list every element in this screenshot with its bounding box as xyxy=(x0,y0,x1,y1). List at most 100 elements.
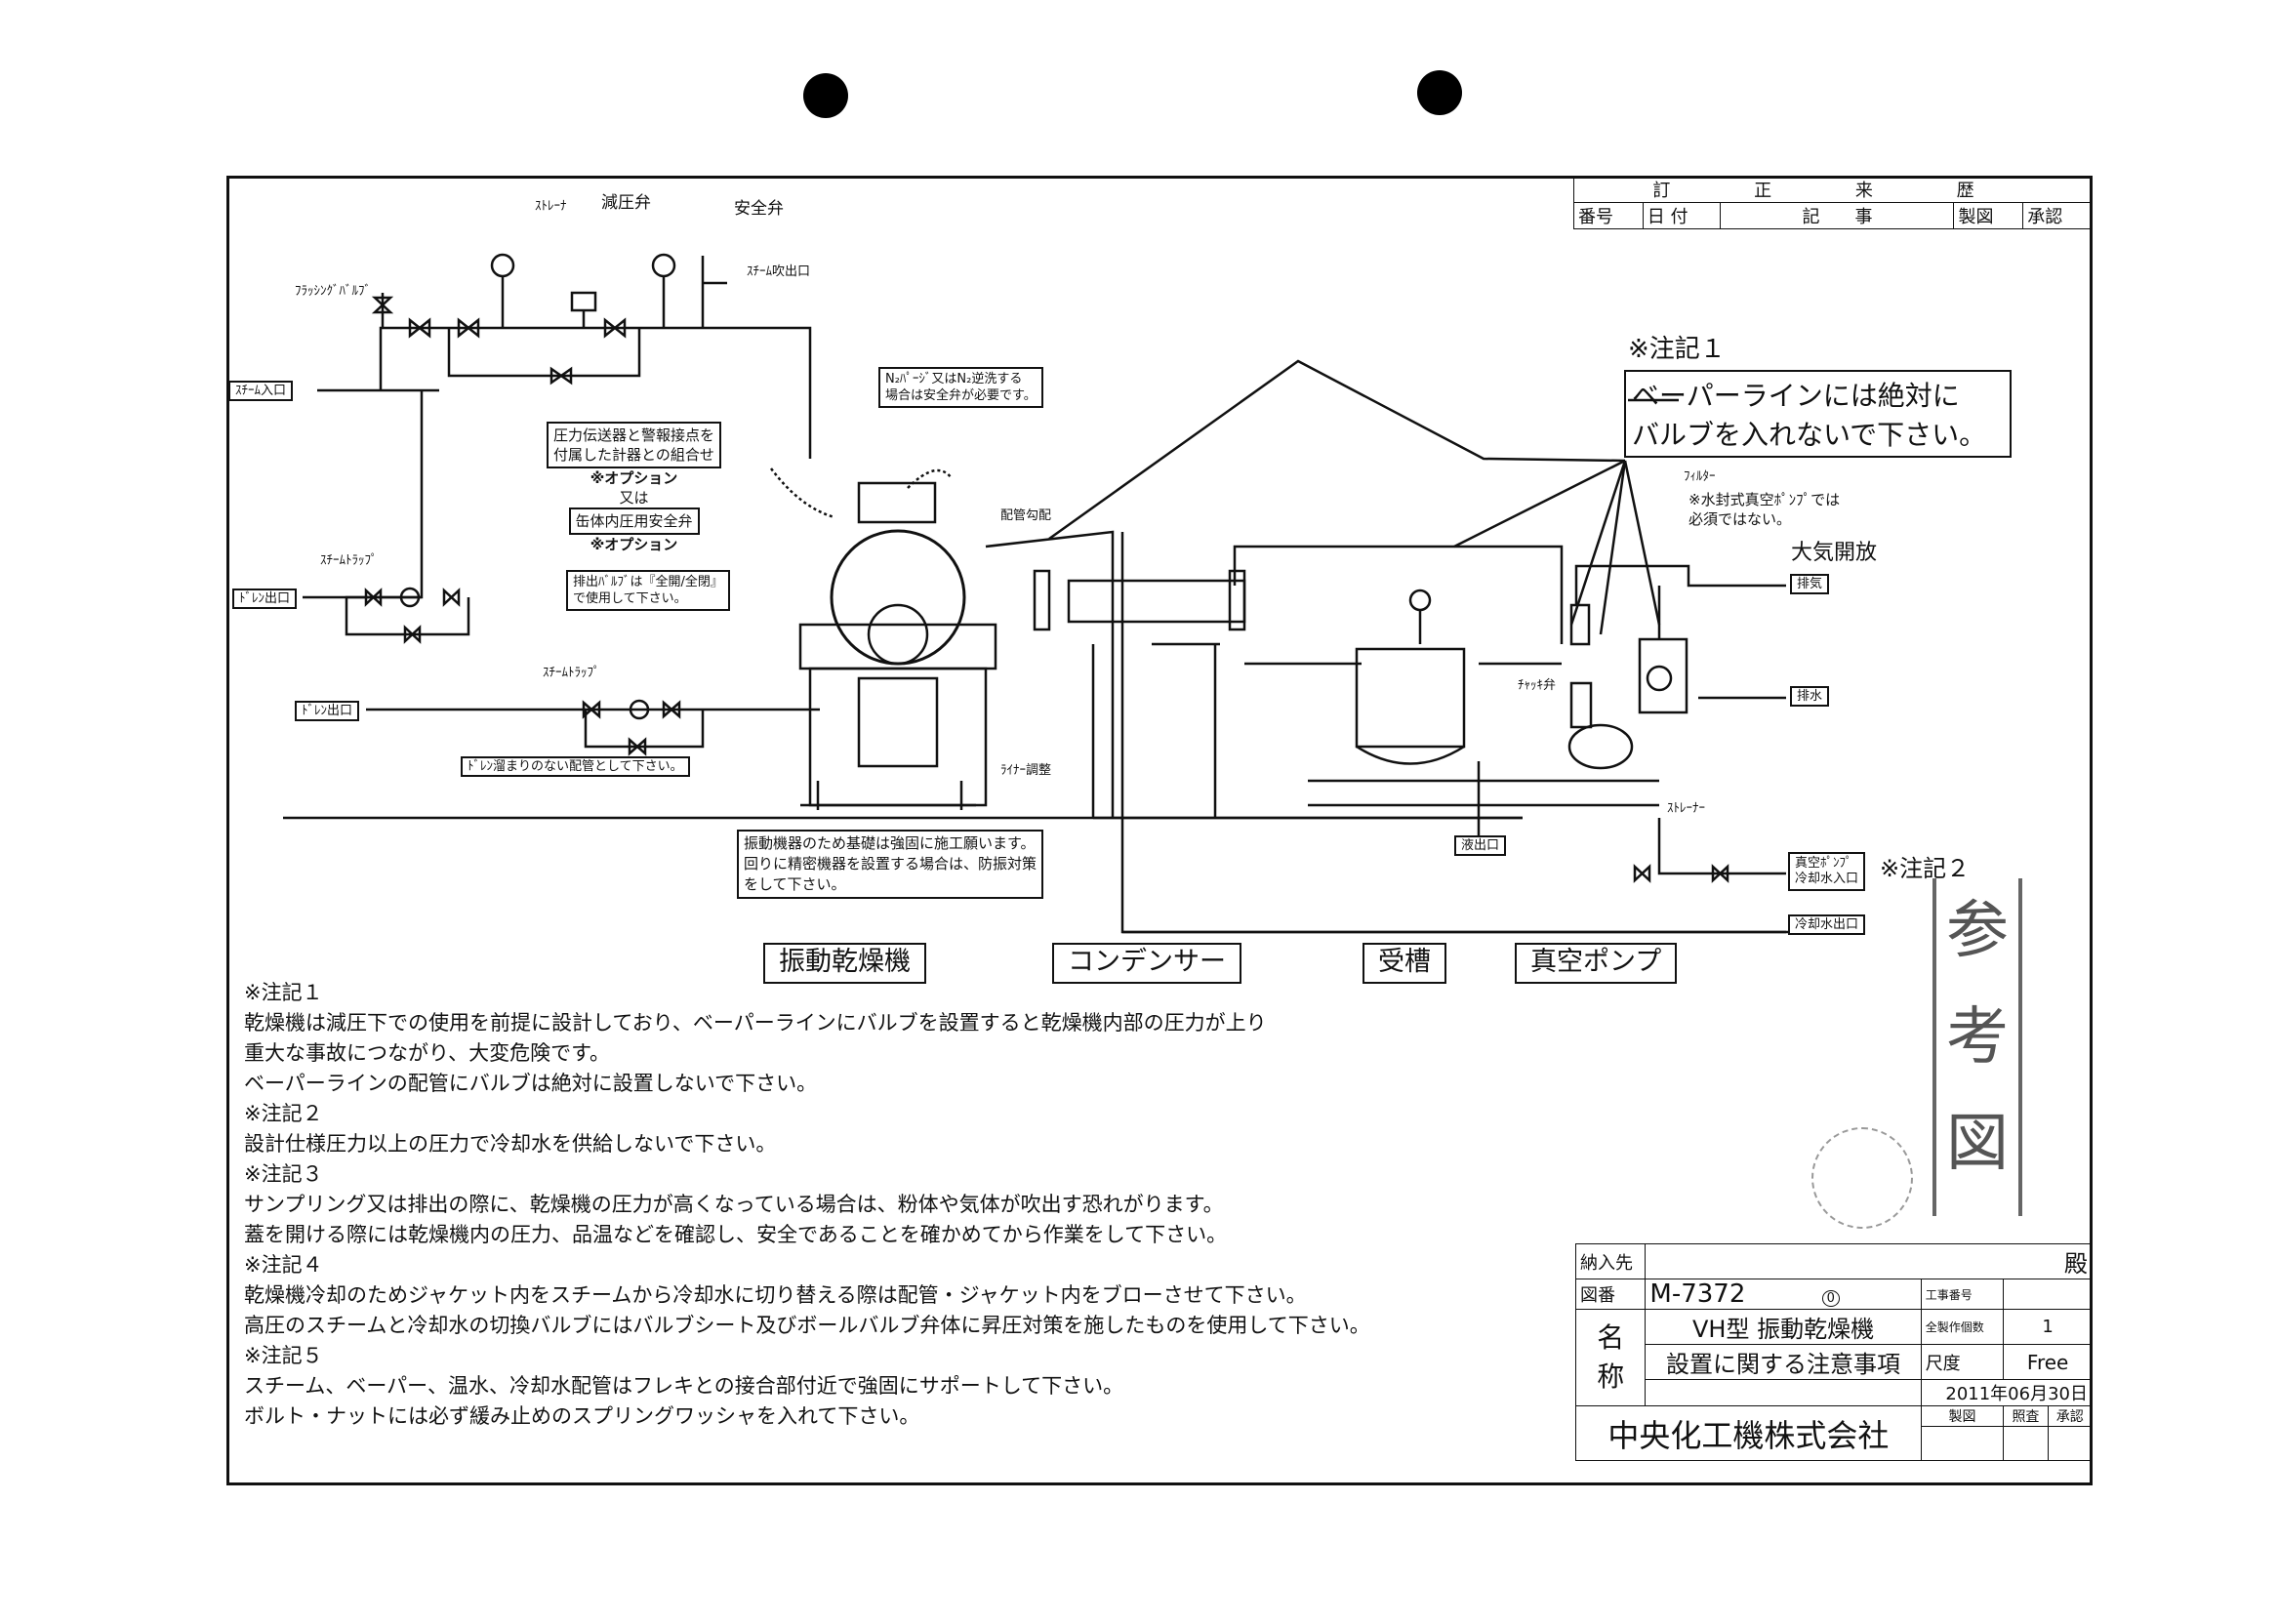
note-line: ※注記１ xyxy=(244,981,323,1004)
note-line: 高圧のスチームと冷却水の切換バルブにはバルブシート及びボールバルブ弁体に昇圧対策… xyxy=(244,1314,1370,1337)
vac-cool-in-line2: 冷却水入口 xyxy=(1795,872,1859,886)
rev-col-approved: 承認 xyxy=(2022,202,2093,229)
note-line: ※注記３ xyxy=(244,1162,323,1186)
foundation-line1: 振動機器のため基礎は強固に施工願います。 xyxy=(744,834,1036,852)
note-line: スチーム、ベーパー、温水、冷却水配管はフレキとの接合部付近で強固にサポートして下… xyxy=(244,1374,1124,1398)
name-label-2: 称 xyxy=(1597,1360,1625,1393)
filter-note-line2: 必須ではない。 xyxy=(1688,510,1792,528)
revision-title-4: 歴 xyxy=(1956,181,2014,201)
drawing-date: 2011年06月30日 xyxy=(1920,1379,2094,1406)
note-line: 蓋を開ける際には乾燥機内の圧力、品温などを確認し、安全であることを確かめてから作… xyxy=(244,1223,1228,1246)
rev-col-drawn: 製図 xyxy=(1953,202,2024,229)
note1-title: ※注記１ xyxy=(1628,335,1726,364)
filter-note-line1: ※水封式真空ﾎﾟﾝﾌﾟでは xyxy=(1688,491,1841,508)
company-name: 中央化工機株式会社 xyxy=(1575,1405,1922,1461)
rev-col-no: 番号 xyxy=(1573,202,1644,229)
label-strainer: ｽﾄﾚｰﾅ xyxy=(535,199,567,214)
note-line: ※注記５ xyxy=(244,1344,323,1367)
label-safety-valve: 安全弁 xyxy=(734,199,784,219)
approval-seal xyxy=(1811,1127,1913,1229)
n2-note: N₂ﾊﾟｰｼﾞ又はN₂逆洗する 場合は安全弁が必要です。 xyxy=(878,367,1043,408)
notes-block: ※注記１ 乾燥機は減圧下での使用を前提に設計しており、ベーパーラインにバルブを設… xyxy=(244,978,1370,1432)
rev-mark: 0 xyxy=(1821,1290,1840,1307)
label-steam-inlet: ｽﾁｰﾑ入口 xyxy=(228,381,294,401)
exhaust-note: 排出ﾊﾞﾙﾌﾞは『全開/全閉』 で使用して下さい。 xyxy=(566,570,730,611)
label-liner: ﾗｲﾅｰ調整 xyxy=(1000,763,1052,778)
drawing-no-label: 図番 xyxy=(1574,1279,1647,1310)
reference-stamp: 参 考 図 xyxy=(1932,878,2022,1216)
option-or: 又は xyxy=(619,489,649,507)
note-line: 乾燥機冷却のためジャケット内をスチームから冷却水に切り替える際は配管・ジャケット… xyxy=(244,1283,1307,1307)
revision-title-1: 訂 xyxy=(1652,181,1710,201)
label-strainer-2: ｽﾄﾚｰﾅｰ xyxy=(1667,801,1705,816)
customer-suffix: 殿 xyxy=(1645,1243,2093,1279)
option-line1: 圧力伝送器と警報接点を xyxy=(553,426,715,444)
drawn-label: 製図 xyxy=(1920,1405,2005,1427)
name-label-1: 名 xyxy=(1597,1321,1625,1354)
stamp-char-2: 考 xyxy=(1946,1000,2009,1074)
note-line: 設計仕様圧力以上の圧力で冷却水を供給しないで下さい。 xyxy=(244,1132,777,1156)
label-steam-trap-1: ｽﾁｰﾑﾄﾗｯﾌﾟ xyxy=(320,553,378,568)
title-block: 納入先 殿 図番 M-7372 0 工事番号 名 称 VH型 振動乾燥機 全製作… xyxy=(1574,1243,2094,1461)
option-line4: 缶体内圧用安全弁 xyxy=(568,508,700,535)
foundation-note: 振動機器のため基礎は強固に施工願います。 回りに精密機器を設置する場合は、防振対… xyxy=(737,830,1044,899)
customer-label: 納入先 xyxy=(1574,1243,1647,1279)
scale-value: Free xyxy=(2003,1344,2093,1380)
n2-note-line2: 場合は安全弁が必要です。 xyxy=(885,388,1037,403)
label-drain-note: ﾄﾞﾚﾝ溜まりのない配管として下さい。 xyxy=(461,756,690,777)
foundation-line3: をして下さい。 xyxy=(744,875,846,893)
note-line: ベーパーラインの配管にバルブは絶対に設置しないで下さい。 xyxy=(244,1072,818,1095)
label-atmos: 大気開放 xyxy=(1791,541,1878,565)
note-line: ※注記４ xyxy=(244,1253,323,1277)
label-steam-trap-2: ｽﾁｰﾑﾄﾗｯﾌﾟ xyxy=(543,666,600,680)
caption-receiver: 受槽 xyxy=(1363,943,1446,984)
checked-label: 照査 xyxy=(2003,1405,2049,1427)
option-note: 圧力伝送器と警報接点を 付属した計器との組合せ ※オプション 又は 缶体内圧用安… xyxy=(547,422,722,554)
label-cool-out: 冷却水出口 xyxy=(1788,914,1866,935)
qty-label: 全製作個数 xyxy=(1920,1309,2005,1345)
filter-note: ※水封式真空ﾎﾟﾝﾌﾟでは 必須ではない。 xyxy=(1688,490,1840,529)
vac-cool-in: 真空ﾎﾟﾝﾌﾟ 冷却水入口 xyxy=(1788,852,1866,891)
rev-col-date: 日 付 xyxy=(1642,202,1722,229)
approved-label: 承認 xyxy=(2047,1405,2094,1427)
qty-value: 1 xyxy=(2003,1309,2093,1345)
note-line: サンプリング又は排出の際に、乾燥機の圧力が高くなっている場合は、粉体や気体が吹出… xyxy=(244,1193,1224,1216)
n2-note-line1: N₂ﾊﾟｰｼﾞ又はN₂逆洗する xyxy=(885,372,1023,386)
note2-marker: ※注記２ xyxy=(1880,855,1971,882)
note-line: ボルト・ナットには必ず緩み止めのスプリングワッシャを入れて下さい。 xyxy=(244,1404,920,1428)
option-line3: ※オプション xyxy=(590,469,678,487)
note-line: 乾燥機は減圧下での使用を前提に設計しており、ベーパーラインにバルブを設置すると乾… xyxy=(244,1011,1267,1035)
label-exhaust-out: 排気 xyxy=(1790,574,1830,594)
label-liquid-out: 液出口 xyxy=(1454,835,1507,856)
label-pipe-slope: 配管勾配 xyxy=(1000,508,1052,523)
label-reducing-valve: 減圧弁 xyxy=(601,193,651,213)
option-line2: 付属した計器との組合せ xyxy=(553,446,714,464)
option-line5: ※オプション xyxy=(590,536,678,553)
label-steam-blow: ｽﾁｰﾑ吹出口 xyxy=(747,264,811,279)
exhaust-note-line1: 排出ﾊﾞﾙﾌﾞは『全開/全閉』 xyxy=(573,575,723,589)
label-drain-2: ﾄﾞﾚﾝ出口 xyxy=(295,701,360,721)
note-line: 重大な事故につながり、大変危険です。 xyxy=(244,1041,611,1065)
label-filter: ﾌｨﾙﾀｰ xyxy=(1684,469,1716,484)
note-line: ※注記２ xyxy=(244,1102,323,1125)
revision-table: 訂 正 来 歴 番号 日 付 記 事 製図 承認 xyxy=(1573,176,2093,229)
note1-line1: ベーパーラインには絶対に xyxy=(1632,380,1960,412)
work-no-label: 工事番号 xyxy=(1920,1279,2005,1310)
label-flushing-valve: ﾌﾗｯｼﾝｸﾞﾊﾞﾙﾌﾞ xyxy=(295,284,371,299)
caption-vacuum-pump: 真空ポンプ xyxy=(1515,943,1678,984)
label-check-valve: ﾁｬｯｷ弁 xyxy=(1518,678,1557,693)
label-drain-1: ﾄﾞﾚﾝ出口 xyxy=(232,589,298,609)
name-line-1: VH型 振動乾燥機 xyxy=(1645,1309,1922,1345)
name-line-2: 設置に関する注意事項 xyxy=(1645,1344,1922,1380)
drawing-no: M-7372 xyxy=(1649,1279,1746,1309)
vac-cool-in-line1: 真空ﾎﾟﾝﾌﾟ xyxy=(1795,856,1852,871)
rev-col-desc: 記 事 xyxy=(1720,202,1955,229)
note1-box: ベーパーラインには絶対に バルブを入れないで下さい。 xyxy=(1632,377,1986,455)
foundation-line2: 回りに精密機器を設置する場合は、防振対策 xyxy=(744,855,1037,873)
exhaust-note-line2: で使用して下さい。 xyxy=(573,591,687,606)
stamp-char-1: 参 xyxy=(1946,895,2009,967)
revision-title-3: 来 xyxy=(1854,181,1912,201)
scale-label: 尺度 xyxy=(1920,1344,2005,1380)
revision-title-2: 正 xyxy=(1754,181,1811,201)
note1-line2: バルブを入れないで下さい。 xyxy=(1632,419,1987,451)
